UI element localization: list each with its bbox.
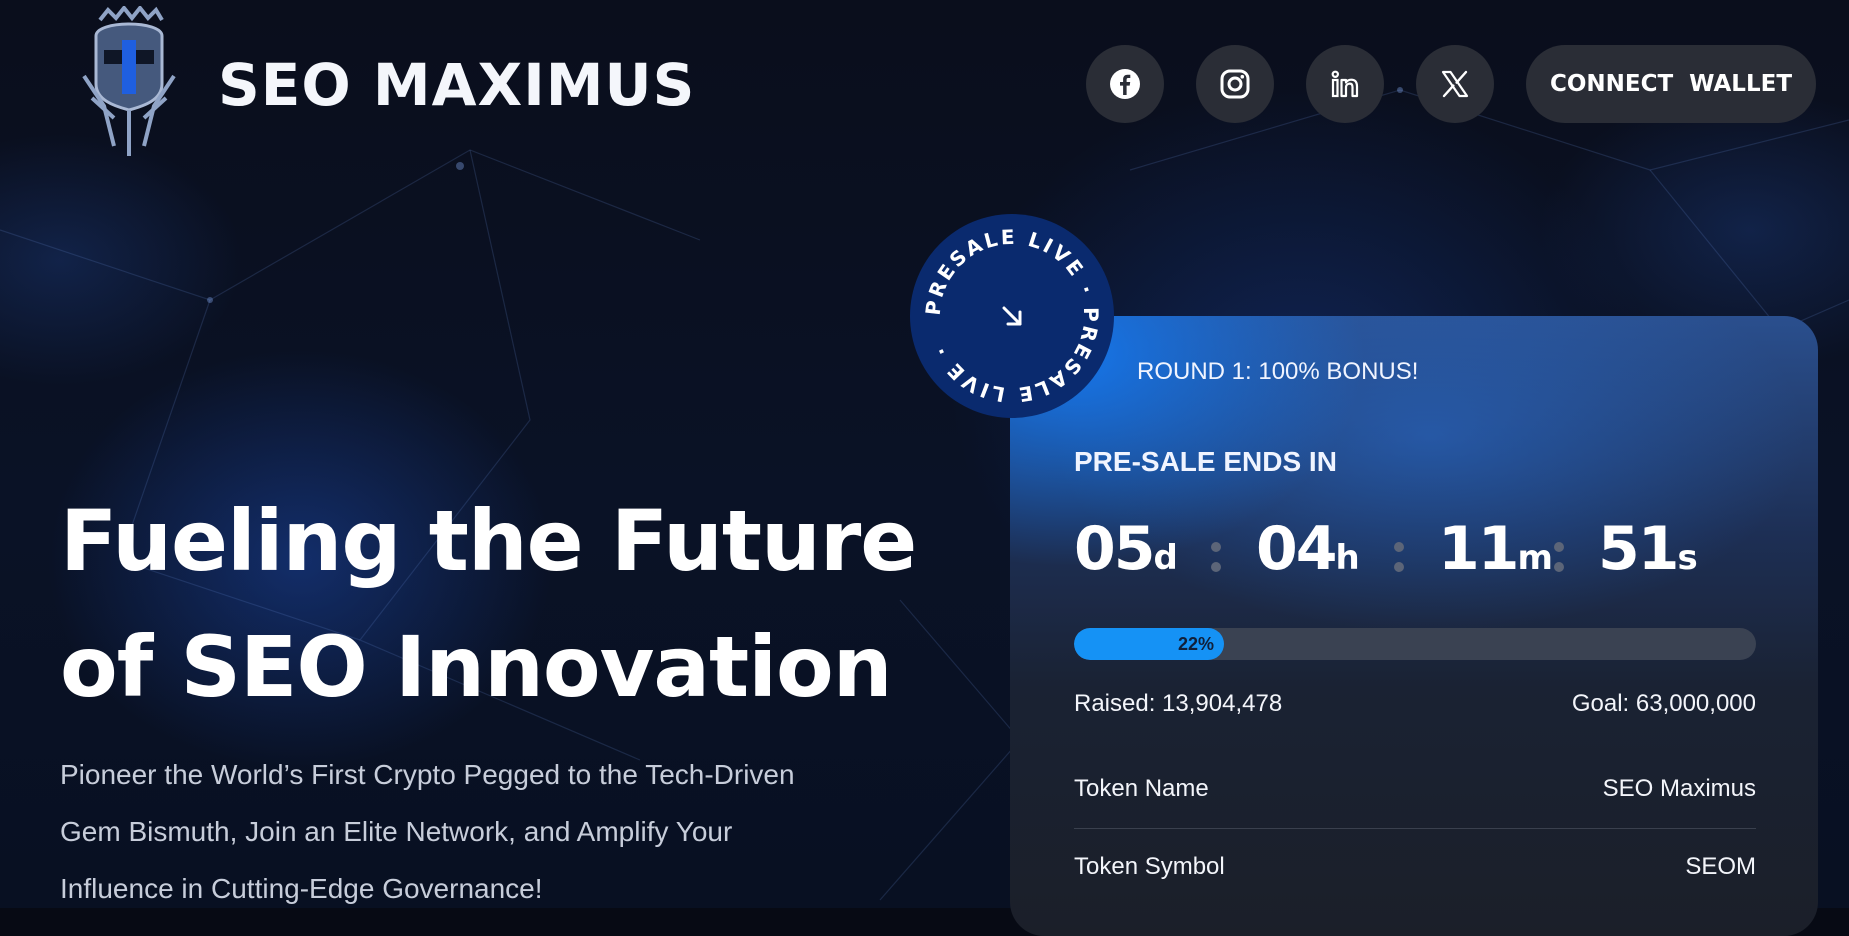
raised-amount: Raised: 13,904,478 <box>1074 690 1283 717</box>
facebook-button[interactable] <box>1086 45 1164 123</box>
hero-title-line-2: of SEO Innovation <box>60 618 893 716</box>
presale-progress-bar: 22% <box>1074 628 1756 660</box>
countdown-days: 05d <box>1074 514 1178 584</box>
linkedin-icon <box>1331 70 1359 98</box>
goal-amount: Goal: 63,000,000 <box>1571 690 1756 717</box>
presale-card: ROUND 1: 100% BONUS! PRE-SALE ENDS IN 05… <box>1010 316 1818 936</box>
countdown-hours-value: 04 <box>1256 514 1337 584</box>
countdown-seconds-value: 51 <box>1598 514 1679 584</box>
facebook-icon <box>1110 69 1140 99</box>
countdown-seconds-unit: s <box>1677 538 1698 578</box>
arrow-down-right-icon <box>1002 306 1022 326</box>
hero-title: Fueling the Future of SEO Innovation <box>60 478 920 730</box>
hero-subtitle-line-1: Pioneer the World’s First Crypto Pegged … <box>60 759 795 790</box>
token-symbol-value: SEOM <box>1685 853 1756 880</box>
brand-name: SEO MAXIMUS <box>218 51 696 119</box>
token-symbol-label: Token Symbol <box>1074 853 1225 880</box>
instagram-button[interactable] <box>1196 45 1274 123</box>
presale-progress-label: 22% <box>1178 633 1215 654</box>
hero-title-line-1: Fueling the Future <box>60 492 917 590</box>
countdown-minutes: 11m <box>1438 514 1553 584</box>
token-name-label: Token Name <box>1074 775 1209 802</box>
countdown-separator <box>1211 542 1223 582</box>
x-button[interactable] <box>1416 45 1494 123</box>
hero-subtitle-line-3: Influence in Cutting-Edge Governance! <box>60 873 543 904</box>
countdown-days-value: 05 <box>1074 514 1155 584</box>
linkedin-button[interactable] <box>1306 45 1384 123</box>
countdown-separator <box>1554 542 1566 582</box>
hero-subtitle: Pioneer the World’s First Crypto Pegged … <box>60 746 940 917</box>
token-name-value: SEO Maximus <box>1602 775 1756 802</box>
countdown-hours-unit: h <box>1335 538 1360 578</box>
countdown-hours: 04h <box>1256 514 1360 584</box>
presale-live-badge[interactable]: PRESALE LIVE · PRESALE LIVE · <box>910 214 1114 418</box>
presale-progress-fill: 22% <box>1074 628 1225 660</box>
spartan-helmet-logo[interactable] <box>74 6 184 162</box>
countdown-minutes-unit: m <box>1517 538 1553 578</box>
countdown-days-unit: d <box>1153 538 1178 578</box>
token-detail-row: Token Symbol SEOM <box>1074 828 1756 906</box>
x-icon <box>1441 70 1469 98</box>
countdown-minutes-value: 11 <box>1438 514 1519 584</box>
presale-ends-label: PRE-SALE ENDS IN <box>1074 446 1337 477</box>
token-detail-row: Token Name SEO Maximus <box>1074 750 1756 829</box>
presale-live-ring: PRESALE LIVE · PRESALE LIVE · <box>921 225 1101 407</box>
connect-wallet-button[interactable]: CONNECT WALLET <box>1526 45 1816 123</box>
countdown-separator <box>1394 542 1406 582</box>
countdown-timer: 05d 04h 11m 51s <box>1074 514 1774 594</box>
hero-subtitle-line-2: Gem Bismuth, Join an Elite Network, and … <box>60 816 733 847</box>
round-bonus-label: ROUND 1: 100% BONUS! <box>1137 358 1419 385</box>
countdown-seconds: 51s <box>1598 514 1698 584</box>
instagram-icon <box>1220 69 1250 99</box>
